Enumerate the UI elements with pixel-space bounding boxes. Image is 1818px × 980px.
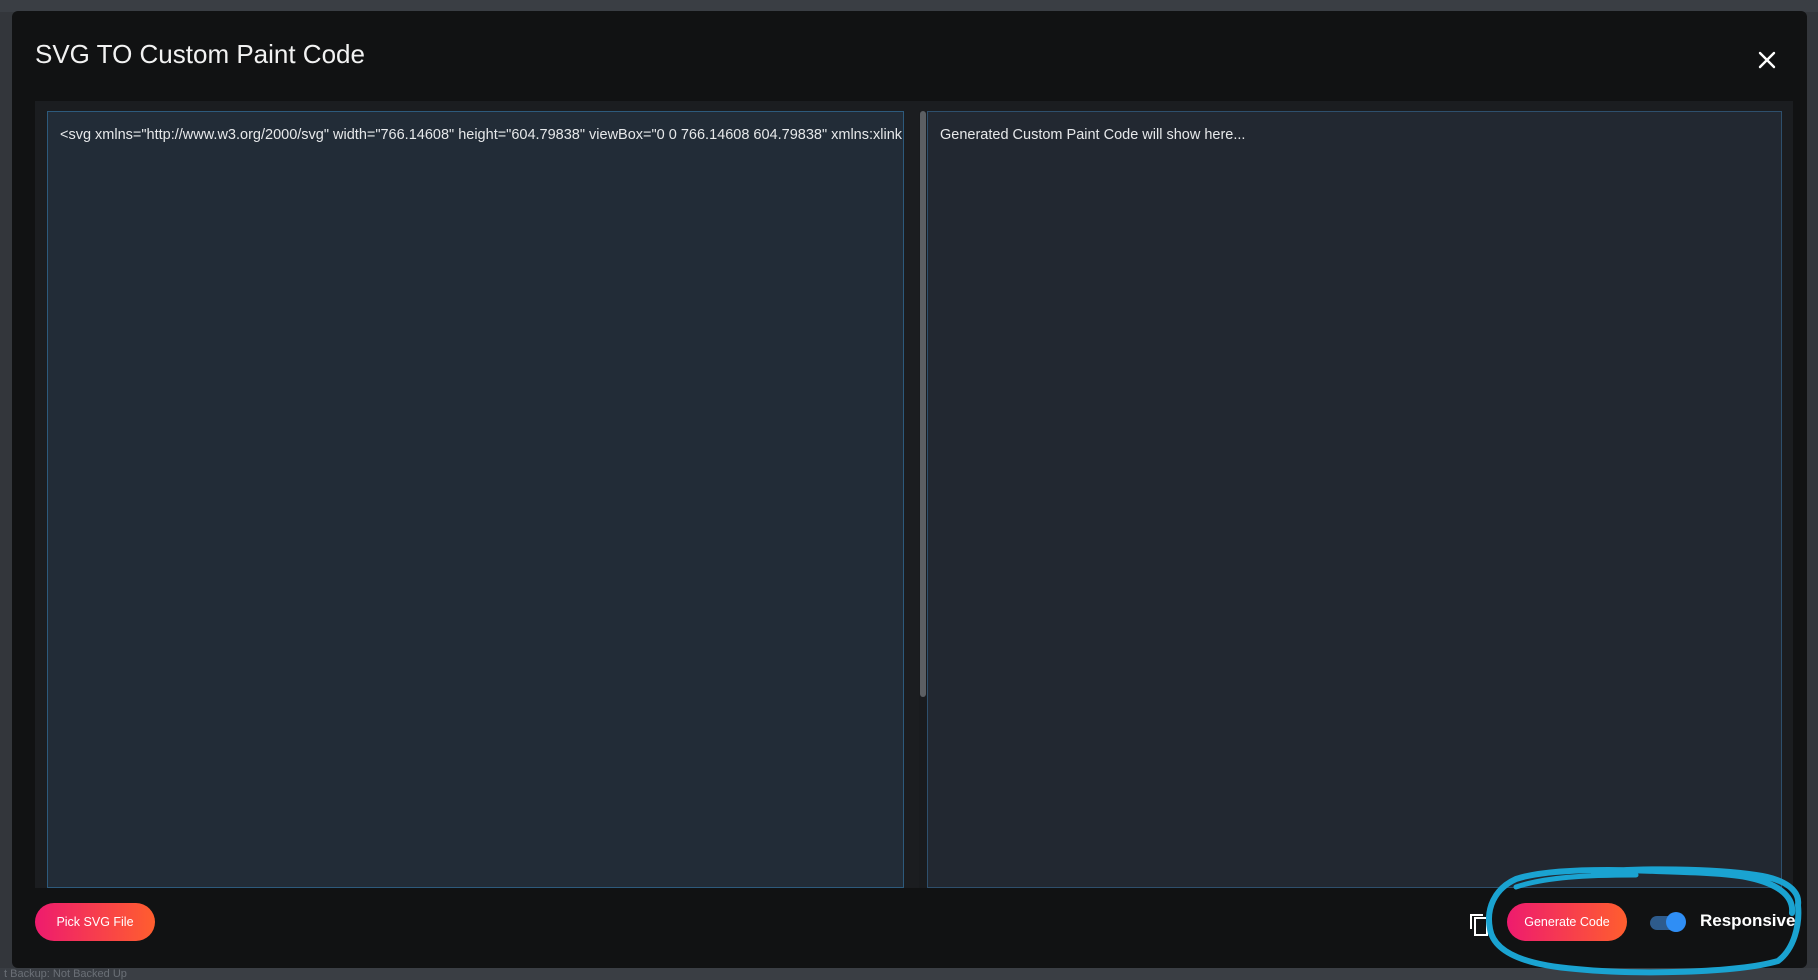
svg-to-custom-paint-dialog: SVG TO Custom Paint Code <svg xmlns="htt… [12,11,1807,968]
dialog-title: SVG TO Custom Paint Code [35,39,365,69]
copy-button[interactable] [1465,908,1495,938]
input-scroll-thumb[interactable] [920,111,926,697]
input-scrollbar[interactable] [919,111,927,888]
code-output-placeholder: Generated Custom Paint Code will show he… [940,127,1246,143]
close-icon [1758,51,1776,69]
responsive-label: Responsive [1700,911,1796,930]
responsive-toggle[interactable] [1648,912,1688,932]
code-output-editor[interactable]: Generated Custom Paint Code will show he… [927,111,1782,888]
close-button[interactable] [1750,43,1784,77]
background-status-text: t Backup: Not Backed Up [4,968,127,980]
copy-icon [1470,914,1488,936]
editor-panels: <svg xmlns="http://www.w3.org/2000/svg" … [35,101,1793,888]
toggle-knob [1666,912,1686,932]
background-statusbar: t Backup: Not Backed Up [0,968,1818,980]
svg-input-editor[interactable]: <svg xmlns="http://www.w3.org/2000/svg" … [47,111,904,888]
pick-svg-file-button[interactable]: Pick SVG File [35,903,155,941]
svg-input-text: <svg xmlns="http://www.w3.org/2000/svg" … [60,127,903,143]
generate-code-button[interactable]: Generate Code [1507,903,1627,941]
